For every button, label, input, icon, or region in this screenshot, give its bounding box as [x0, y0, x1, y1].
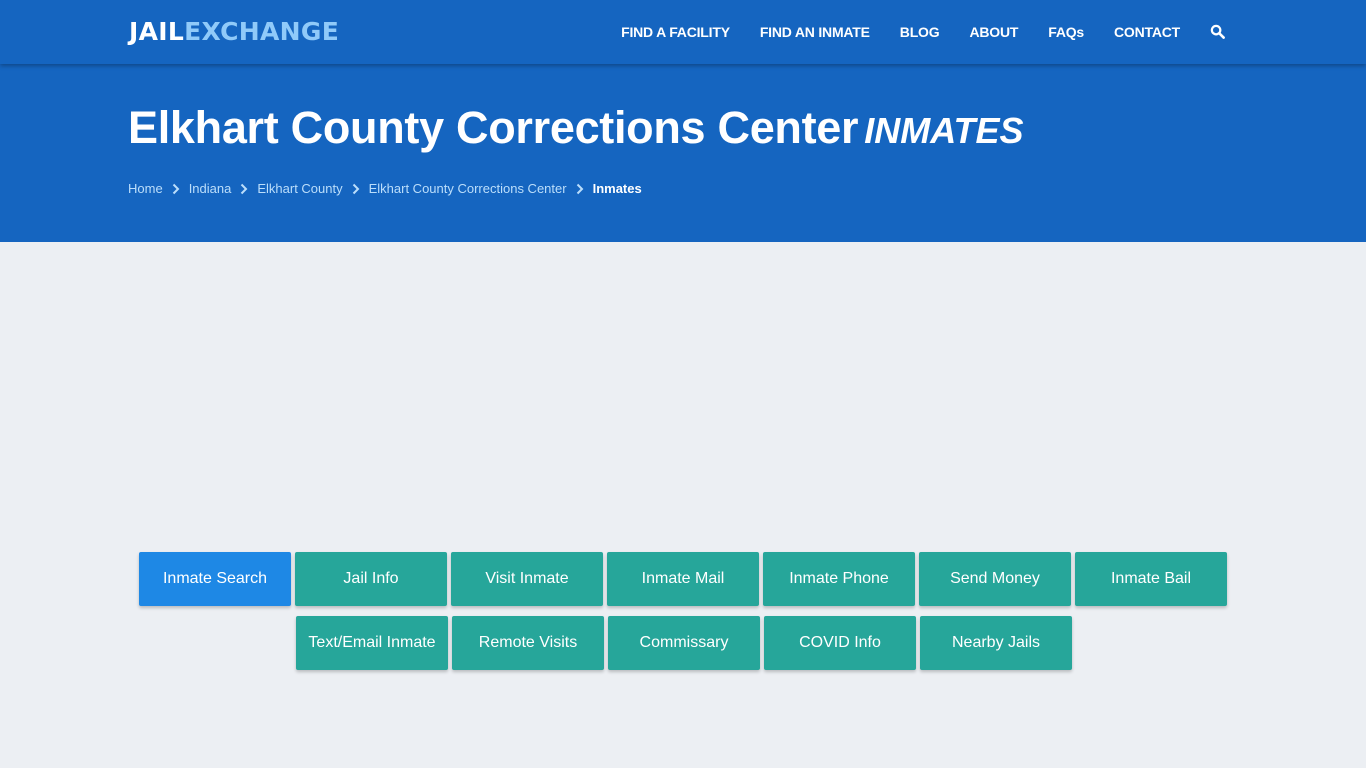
chevron-right-icon: [172, 183, 180, 195]
inmate-phone-button[interactable]: Inmate Phone: [763, 552, 915, 606]
nav-blog[interactable]: BLOG: [900, 24, 940, 40]
page-header: Elkhart County Corrections Center INMATES…: [0, 64, 1366, 242]
chevron-right-icon: [240, 183, 248, 195]
top-navbar: JAILEXCHANGE FIND A FACILITY FIND AN INM…: [0, 0, 1366, 64]
remote-visits-button[interactable]: Remote Visits: [452, 616, 604, 670]
facility-name: Elkhart County Corrections Center: [128, 102, 859, 153]
button-row-2: Text/Email Inmate Remote Visits Commissa…: [139, 616, 1229, 670]
logo-jail: JAIL: [129, 17, 185, 46]
inmate-mail-button[interactable]: Inmate Mail: [607, 552, 759, 606]
page-title: Elkhart County Corrections Center INMATES: [128, 102, 1024, 154]
breadcrumb-current: Inmates: [592, 181, 642, 196]
breadcrumb-home[interactable]: Home: [128, 181, 163, 196]
send-money-button[interactable]: Send Money: [919, 552, 1071, 606]
breadcrumb-facility[interactable]: Elkhart County Corrections Center: [369, 181, 567, 196]
site-logo[interactable]: JAILEXCHANGE: [129, 17, 339, 46]
nearby-jails-button[interactable]: Nearby Jails: [920, 616, 1072, 670]
covid-info-button[interactable]: COVID Info: [764, 616, 916, 670]
breadcrumb-state[interactable]: Indiana: [189, 181, 232, 196]
logo-exchange: EXCHANGE: [184, 17, 340, 46]
search-icon[interactable]: [1210, 24, 1226, 40]
nav-find-facility[interactable]: FIND A FACILITY: [621, 24, 730, 40]
nav-faqs[interactable]: FAQs: [1048, 24, 1084, 40]
inmate-bail-button[interactable]: Inmate Bail: [1075, 552, 1227, 606]
commissary-button[interactable]: Commissary: [608, 616, 760, 670]
facility-action-buttons: Inmate Search Jail Info Visit Inmate Inm…: [139, 552, 1229, 680]
text-email-inmate-button[interactable]: Text/Email Inmate: [296, 616, 448, 670]
main-nav: FIND A FACILITY FIND AN INMATE BLOG ABOU…: [591, 0, 1226, 64]
button-row-1: Inmate Search Jail Info Visit Inmate Inm…: [139, 552, 1229, 606]
jail-info-button[interactable]: Jail Info: [295, 552, 447, 606]
nav-find-inmate[interactable]: FIND AN INMATE: [760, 24, 870, 40]
chevron-right-icon: [352, 183, 360, 195]
breadcrumb-county[interactable]: Elkhart County: [257, 181, 342, 196]
title-suffix: INMATES: [864, 110, 1024, 151]
nav-about[interactable]: ABOUT: [969, 24, 1018, 40]
nav-contact[interactable]: CONTACT: [1114, 24, 1180, 40]
visit-inmate-button[interactable]: Visit Inmate: [451, 552, 603, 606]
chevron-right-icon: [576, 183, 584, 195]
breadcrumb: Home Indiana Elkhart County Elkhart Coun…: [128, 181, 642, 196]
inmate-search-button[interactable]: Inmate Search: [139, 552, 291, 606]
